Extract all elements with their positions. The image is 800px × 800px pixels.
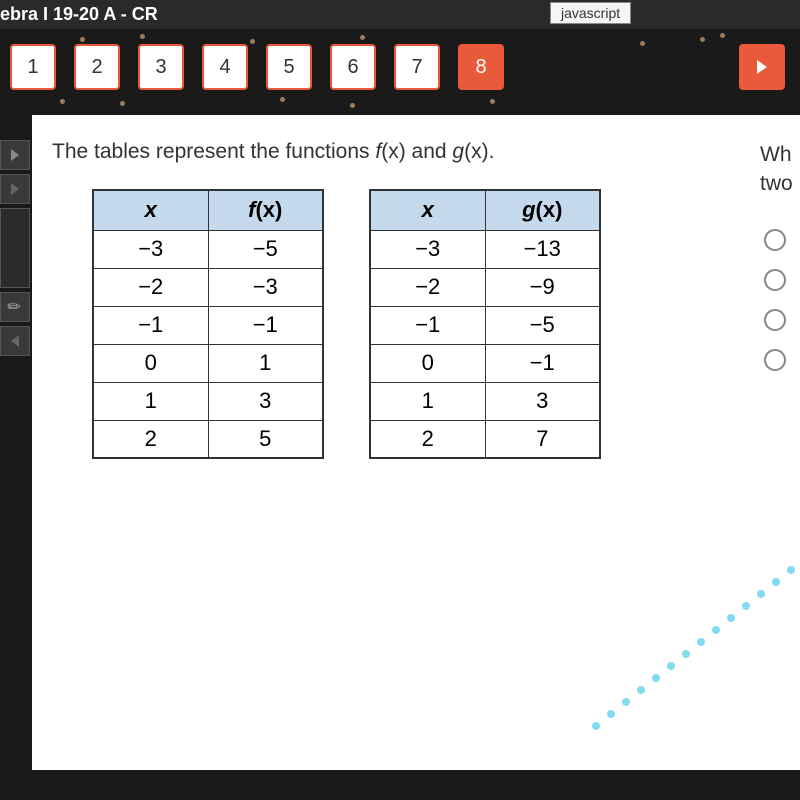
nav-question-5[interactable]: 5 [266,44,312,90]
table-row: 13 [370,382,600,420]
page-header: ebra I 19-20 A - CR [0,0,800,29]
chevron-right-icon [757,60,767,74]
triangle-icon [11,183,19,195]
table-fx-header-x: x [93,190,208,230]
table-gx-header-x: x [370,190,485,230]
table-fx-header-fx: f(x) [208,190,323,230]
table-fx: x f(x) −3−5 −2−3 −1−1 01 13 25 [92,189,324,459]
tables-container: x f(x) −3−5 −2−3 −1−1 01 13 25 x g(x) −3… [92,189,800,459]
triangle2-icon [11,335,19,347]
table-row: −3−13 [370,230,600,268]
table-row: −2−9 [370,268,600,306]
content-area: The tables represent the functions f(x) … [32,115,800,770]
radio-option-3[interactable] [764,309,786,331]
question-nav: 1 2 3 4 5 6 7 8 [0,29,800,115]
answer-panel: Wh two [760,140,800,371]
answer-partial-text-1: Wh [760,140,800,169]
left-toolbar: ✎ [0,140,32,356]
javascript-badge: javascript [550,2,631,24]
table-row: −1−1 [93,306,323,344]
question-text: The tables represent the functions f(x) … [52,140,800,164]
course-title: ebra I 19-20 A - CR [0,4,158,24]
tool-pen[interactable]: ✎ [0,292,30,322]
tool-arrow[interactable] [0,140,30,170]
nav-question-2[interactable]: 2 [74,44,120,90]
nav-question-7[interactable]: 7 [394,44,440,90]
table-row: 13 [93,382,323,420]
radio-option-4[interactable] [764,349,786,371]
table-row: −2−3 [93,268,323,306]
table-row: 25 [93,420,323,458]
table-row: −1−5 [370,306,600,344]
tool-separator [0,208,30,288]
nav-question-6[interactable]: 6 [330,44,376,90]
radio-option-1[interactable] [764,229,786,251]
table-gx-header-gx: g(x) [485,190,600,230]
nav-question-3[interactable]: 3 [138,44,184,90]
nav-question-1[interactable]: 1 [10,44,56,90]
table-row: −3−5 [93,230,323,268]
table-row: 0−1 [370,344,600,382]
tool-triangle[interactable] [0,174,30,204]
table-row: 27 [370,420,600,458]
nav-question-8[interactable]: 8 [458,44,504,90]
pen-icon: ✎ [3,295,27,319]
radio-option-2[interactable] [764,269,786,291]
nav-next-button[interactable] [739,44,785,90]
tool-triangle2[interactable] [0,326,30,356]
table-gx: x g(x) −3−13 −2−9 −1−5 0−1 13 27 [369,189,601,459]
arrow-icon [11,149,19,161]
nav-question-4[interactable]: 4 [202,44,248,90]
answer-partial-text-2: two [760,169,800,198]
table-row: 01 [93,344,323,382]
